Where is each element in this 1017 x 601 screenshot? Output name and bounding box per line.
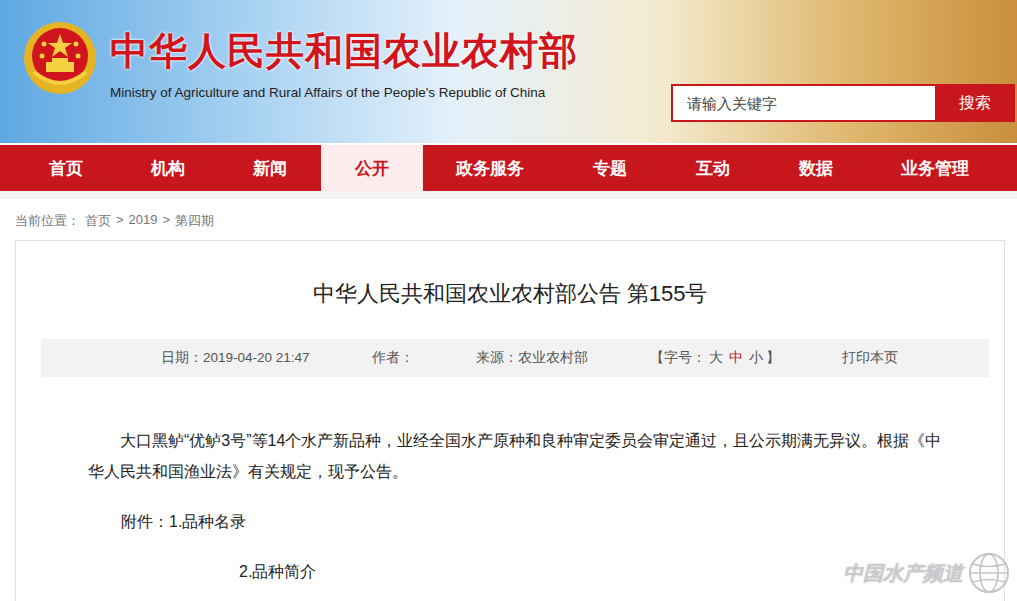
nav-item[interactable]: 互动 bbox=[663, 145, 763, 191]
article-title: 中华人民共和国农业农村部公告 第155号 bbox=[16, 279, 1004, 309]
meta-bar: 日期：2019-04-20 21:47 作者： 来源：农业农村部 【字号：大中小】 打印… bbox=[41, 339, 989, 377]
breadcrumb-item[interactable]: 2019 bbox=[129, 212, 158, 230]
nav-item[interactable]: 数据 bbox=[763, 145, 869, 191]
breadcrumb: 当前位置：首页>2019>第四期 bbox=[0, 199, 1017, 240]
search-input[interactable] bbox=[671, 84, 935, 122]
font-size-option[interactable]: 中 bbox=[729, 350, 743, 365]
paragraph: 大口黑鲈“优鲈3号”等14个水产新品种，业经全国水产原种和良种审定委员会审定通过… bbox=[88, 425, 942, 487]
nav-item[interactable]: 公开 bbox=[321, 145, 423, 191]
search-box: 搜索 bbox=[671, 84, 1015, 122]
site-subtitle: Ministry of Agriculture and Rural Affair… bbox=[110, 85, 578, 100]
nav-item[interactable]: 机构 bbox=[117, 145, 219, 191]
source: 来源：农业农村部 bbox=[476, 349, 588, 367]
watermark: 中国水产频道 bbox=[843, 551, 1011, 595]
author: 作者： bbox=[372, 349, 414, 367]
font-size-option[interactable]: 小 bbox=[749, 350, 763, 365]
breadcrumb-item[interactable]: 首页 bbox=[85, 212, 111, 230]
print-link[interactable]: 打印本页 bbox=[842, 349, 898, 367]
date: 日期：2019-04-20 21:47 bbox=[161, 349, 310, 367]
nav-item[interactable]: 新闻 bbox=[219, 145, 321, 191]
attachment[interactable]: 附件：1.品种名录 bbox=[88, 506, 942, 537]
nav-item[interactable]: 政务服务 bbox=[423, 145, 557, 191]
font-size-control: 【字号：大中小】 bbox=[650, 349, 780, 367]
font-size-option[interactable]: 大 bbox=[709, 350, 723, 365]
search-button[interactable]: 搜索 bbox=[935, 84, 1015, 122]
article: 中华人民共和国农业农村部公告 第155号日期：2019-04-20 21:47 作… bbox=[15, 240, 1005, 601]
site-title: 中华人民共和国农业农村部 bbox=[110, 26, 578, 77]
divider-strip bbox=[0, 191, 1017, 199]
banner: 中华人民共和国农业农村部 Ministry of Agriculture and … bbox=[0, 0, 1017, 143]
article-body: 大口黑鲈“优鲈3号”等14个水产新品种，业经全国水产原种和良种审定委员会审定通过… bbox=[16, 377, 1004, 587]
breadcrumb-item[interactable]: 第四期 bbox=[175, 212, 214, 230]
page: 中华人民共和国农业农村部 Ministry of Agriculture and … bbox=[0, 0, 1017, 601]
attachment[interactable]: 2.品种简介 bbox=[88, 556, 942, 587]
nav-item[interactable]: 专题 bbox=[557, 145, 663, 191]
nav-bar: 首页机构新闻公开政务服务专题互动数据业务管理 bbox=[0, 145, 1017, 191]
national-emblem-icon bbox=[22, 20, 98, 96]
nav-item[interactable]: 首页 bbox=[15, 145, 117, 191]
globe-icon bbox=[967, 551, 1011, 595]
nav-item[interactable]: 业务管理 bbox=[869, 145, 1001, 191]
